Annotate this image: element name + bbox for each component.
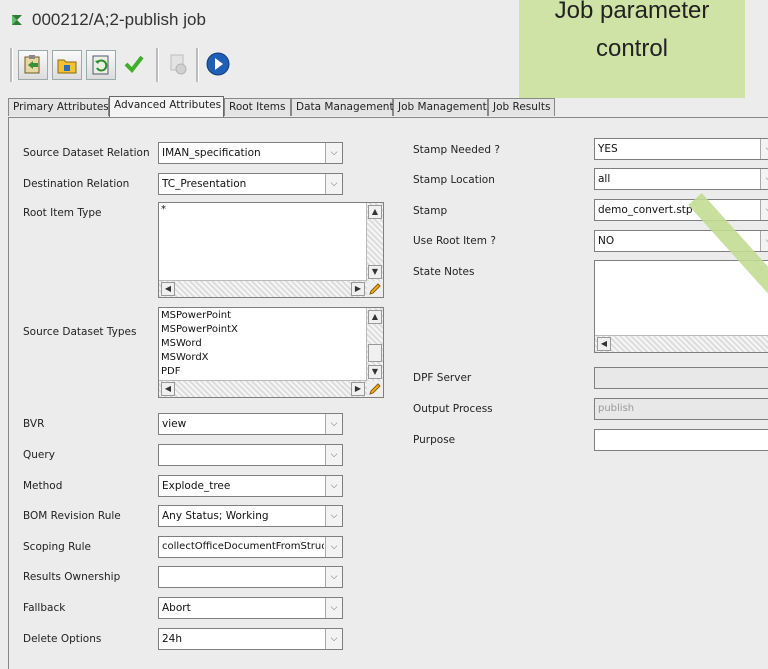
query-label: Query xyxy=(23,449,55,461)
window-title: 000212/A;2-publish job xyxy=(32,10,206,29)
query-select[interactable]: ⌵ xyxy=(158,444,343,466)
use-root-item-label: Use Root Item ? xyxy=(413,235,496,247)
root-item-type-label: Root Item Type xyxy=(23,207,102,219)
edit-pencil-icon[interactable] xyxy=(367,281,383,297)
stamp-location-select[interactable]: all ⌵ xyxy=(594,168,768,190)
dpf-server-label: DPF Server xyxy=(413,372,472,384)
stamp-location-label: Stamp Location xyxy=(413,174,495,186)
chevron-down-icon[interactable]: ⌵ xyxy=(325,414,342,434)
source-dataset-relation-label: Source Dataset Relation xyxy=(23,147,150,159)
vertical-scrollbar[interactable]: ▲ ▼ xyxy=(366,203,383,281)
tab-data-management[interactable]: Data Management xyxy=(291,98,394,116)
chevron-down-icon[interactable]: ⌵ xyxy=(325,174,342,194)
tab-job-management[interactable]: Job Management xyxy=(393,98,488,116)
list-item[interactable]: PDF xyxy=(161,366,180,378)
list-item[interactable]: MSWord xyxy=(161,338,202,349)
destination-relation-select[interactable]: TC_Presentation ⌵ xyxy=(158,173,343,195)
scoping-rule-label: Scoping Rule xyxy=(23,541,91,553)
fallback-select[interactable]: Abort ⌵ xyxy=(158,597,343,619)
play-icon[interactable] xyxy=(204,50,234,80)
results-ownership-select[interactable]: ⌵ xyxy=(158,566,343,588)
scroll-right-icon[interactable]: ▶ xyxy=(351,382,365,396)
toolbar-separator xyxy=(10,48,13,82)
scroll-up-icon[interactable]: ▲ xyxy=(368,310,382,324)
purpose-label: Purpose xyxy=(413,434,456,446)
chevron-down-icon[interactable]: ⌵ xyxy=(760,231,768,251)
scroll-left-icon[interactable]: ◀ xyxy=(161,282,175,296)
chevron-down-icon[interactable]: ⌵ xyxy=(325,143,342,163)
scroll-down-icon[interactable]: ▼ xyxy=(368,365,382,379)
chevron-down-icon[interactable]: ⌵ xyxy=(325,598,342,618)
delete-options-select[interactable]: 24h ⌵ xyxy=(158,628,343,650)
toolbar xyxy=(10,46,300,86)
output-process-field[interactable]: publish xyxy=(594,398,768,420)
folder-icon[interactable] xyxy=(52,50,82,80)
delete-options-label: Delete Options xyxy=(23,633,102,645)
callout-box: Job parameter control xyxy=(519,0,745,98)
paste-icon[interactable] xyxy=(18,50,48,80)
stamp-label: Stamp xyxy=(413,205,448,217)
chevron-down-icon[interactable]: ⌵ xyxy=(325,567,342,587)
state-notes-textarea[interactable]: ◀ xyxy=(594,260,768,353)
chevron-down-icon[interactable]: ⌵ xyxy=(760,200,768,220)
toolbar-separator xyxy=(196,48,199,82)
output-process-label: Output Process xyxy=(413,403,493,415)
list-item[interactable]: MSPowerPoint xyxy=(161,310,231,321)
edit-pencil-icon[interactable] xyxy=(367,381,383,397)
vertical-scrollbar[interactable]: ▲ ▼ xyxy=(366,308,383,381)
scroll-right-icon[interactable]: ▶ xyxy=(351,282,365,296)
tab-job-results[interactable]: Job Results xyxy=(488,98,555,116)
scroll-up-icon[interactable]: ▲ xyxy=(368,205,382,219)
stamp-needed-label: Stamp Needed ? xyxy=(413,144,500,156)
chevron-down-icon[interactable]: ⌵ xyxy=(760,169,768,189)
scroll-down-icon[interactable]: ▼ xyxy=(368,265,382,279)
results-ownership-label: Results Ownership xyxy=(23,571,121,583)
bvr-label: BVR xyxy=(23,418,45,430)
advanced-attributes-panel: Source Dataset Relation IMAN_specificati… xyxy=(8,117,768,669)
source-dataset-types-list[interactable]: MSPowerPoint MSPowerPointX MSWord MSWord… xyxy=(158,307,384,398)
source-dataset-relation-select[interactable]: IMAN_specification ⌵ xyxy=(158,142,343,164)
list-item[interactable]: MSPowerPointX xyxy=(161,324,238,335)
list-item[interactable]: * xyxy=(161,204,166,215)
state-notes-label: State Notes xyxy=(413,266,475,278)
scroll-left-icon[interactable]: ◀ xyxy=(597,337,611,351)
bom-revision-rule-label: BOM Revision Rule xyxy=(23,510,121,522)
tab-advanced-attributes[interactable]: Advanced Attributes xyxy=(109,96,224,117)
toolbar-separator xyxy=(156,48,159,82)
dpf-server-field[interactable] xyxy=(594,367,768,389)
scoping-rule-select[interactable]: collectOfficeDocumentFromStruc ⌵ xyxy=(158,536,343,558)
tab-root-items[interactable]: Root Items xyxy=(224,98,291,116)
bvr-select[interactable]: view ⌵ xyxy=(158,413,343,435)
stamp-select[interactable]: demo_convert.stp ⌵ xyxy=(594,199,768,221)
scroll-thumb[interactable] xyxy=(368,344,382,362)
stamp-needed-select[interactable]: YES ⌵ xyxy=(594,138,768,160)
callout-text: Job parameter control xyxy=(554,0,710,62)
chevron-down-icon[interactable]: ⌵ xyxy=(325,476,342,496)
scroll-left-icon[interactable]: ◀ xyxy=(161,382,175,396)
chevron-down-icon[interactable]: ⌵ xyxy=(325,445,342,465)
chevron-down-icon[interactable]: ⌵ xyxy=(760,139,768,159)
chevron-down-icon[interactable]: ⌵ xyxy=(325,629,342,649)
chevron-down-icon[interactable]: ⌵ xyxy=(325,506,342,526)
checkmark-icon[interactable] xyxy=(120,50,150,80)
tab-primary-attributes[interactable]: Primary Attributes xyxy=(8,98,109,116)
horizontal-scrollbar[interactable]: ◀ xyxy=(595,335,768,352)
root-item-type-list[interactable]: * ▲ ▼ ◀ ▶ xyxy=(158,202,384,298)
method-select[interactable]: Explode_tree ⌵ xyxy=(158,475,343,497)
chevron-down-icon[interactable]: ⌵ xyxy=(325,537,342,557)
source-dataset-types-label: Source Dataset Types xyxy=(23,326,137,338)
method-label: Method xyxy=(23,480,63,492)
fallback-label: Fallback xyxy=(23,602,66,614)
refresh-icon[interactable] xyxy=(86,50,116,80)
app-icon xyxy=(12,15,22,25)
horizontal-scrollbar[interactable]: ◀ ▶ xyxy=(159,280,367,297)
bom-revision-rule-select[interactable]: Any Status; Working ⌵ xyxy=(158,505,343,527)
list-item[interactable]: MSWordX xyxy=(161,352,209,363)
purpose-field[interactable] xyxy=(594,429,768,451)
settings-icon[interactable] xyxy=(164,50,194,80)
horizontal-scrollbar[interactable]: ◀ ▶ xyxy=(159,380,367,397)
destination-relation-label: Destination Relation xyxy=(23,178,130,190)
